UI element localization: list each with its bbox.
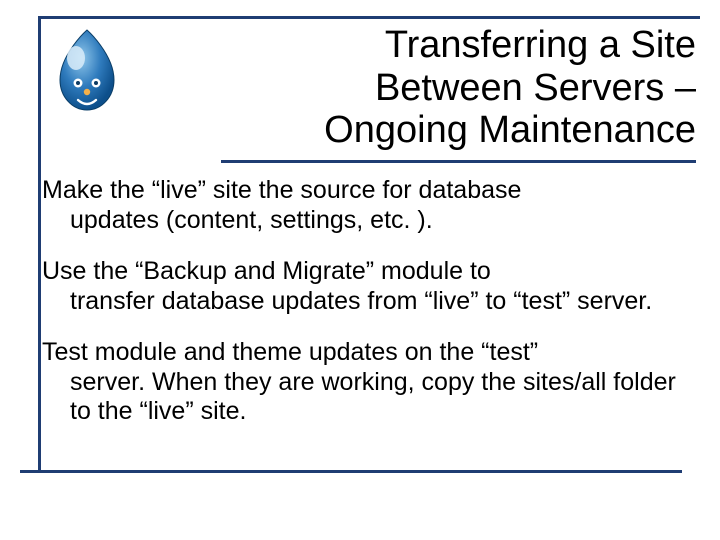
title-line-2: Between Servers – xyxy=(375,67,696,109)
paragraph-2: Use the “Backup and Migrate” module to t… xyxy=(42,257,692,316)
paragraph-1-rest: updates (content, settings, etc. ). xyxy=(70,206,692,236)
paragraph-2-rest: transfer database updates from “live” to… xyxy=(70,287,692,317)
paragraph-3-rest: server. When they are working, copy the … xyxy=(70,368,692,427)
slide-body: Make the “live” site the source for data… xyxy=(42,176,692,449)
top-rule xyxy=(38,16,700,19)
drupal-logo-icon xyxy=(48,28,126,116)
paragraph-3-first: Test module and theme updates on the “te… xyxy=(42,338,538,366)
title-line-1: Transferring a Site xyxy=(385,24,696,66)
bottom-rule xyxy=(20,470,682,473)
left-rule xyxy=(38,16,41,470)
paragraph-3: Test module and theme updates on the “te… xyxy=(42,338,692,427)
title-line-3: Ongoing Maintenance xyxy=(324,109,696,151)
slide-title: Transferring a Site Between Servers – On… xyxy=(226,24,696,152)
paragraph-1: Make the “live” site the source for data… xyxy=(42,176,692,235)
paragraph-1-first: Make the “live” site the source for data… xyxy=(42,176,521,204)
slide: Transferring a Site Between Servers – On… xyxy=(0,0,720,540)
title-underline xyxy=(221,160,696,163)
paragraph-2-first: Use the “Backup and Migrate” module to xyxy=(42,257,491,285)
